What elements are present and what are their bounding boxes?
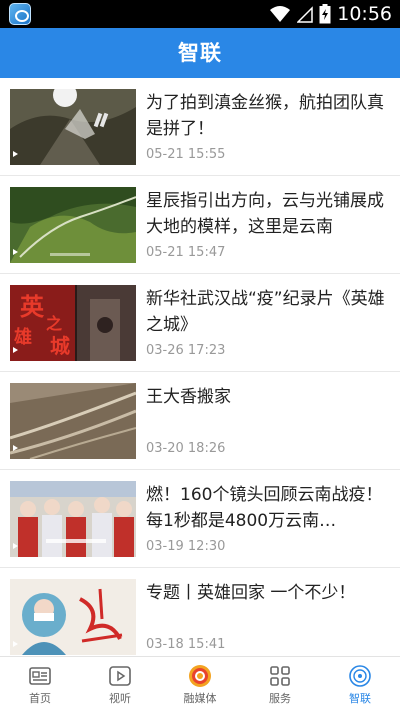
heroes-return-home-poster (10, 579, 136, 655)
grid-icon (270, 666, 290, 686)
news-title[interactable]: 专题丨英雄回家 一个不少！ (146, 580, 386, 606)
news-item[interactable]: 英 雄 之 城 新华社武汉战“疫”纪录片《英雄之城》 03-26 17:23 (0, 274, 400, 372)
news-item[interactable]: 星辰指引出方向，云与光铺展成大地的模样，这里是云南 05-21 15:47 (0, 176, 400, 274)
tab-services[interactable]: 服务 (240, 657, 320, 710)
tab-zhilian[interactable]: 智联 (320, 657, 400, 710)
news-item[interactable]: 为了拍到滇金丝猴，航拍团队真是拼了！ 05-21 15:55 (0, 78, 400, 176)
news-title[interactable]: 为了拍到滇金丝猴，航拍团队真是拼了！ (146, 90, 386, 142)
news-time: 03-26 17:23 (146, 343, 226, 358)
thumb-text: 雄 (13, 326, 32, 348)
snow-mountain-drone-photo (10, 89, 136, 165)
tab-media[interactable]: 融媒体 (160, 657, 240, 710)
tab-label: 视听 (109, 692, 131, 705)
wifi-icon (270, 6, 291, 22)
thumb-text: 英 (20, 292, 45, 321)
page-title: 智联 (178, 41, 222, 65)
news-item[interactable]: 王大香搬家 03-20 18:26 (0, 372, 400, 470)
play-icon (109, 666, 131, 686)
bottom-tab-bar: 首页 视听 融媒体 服务 智联 (0, 656, 400, 710)
tab-label: 服务 (269, 692, 291, 705)
tab-label: 首页 (29, 692, 51, 705)
tab-label: 智联 (349, 692, 371, 705)
news-thumbnail[interactable] (10, 383, 136, 459)
news-thumbnail[interactable] (10, 89, 136, 165)
status-bar: 10:56 (0, 0, 400, 28)
app-header: 智联 (0, 28, 400, 78)
news-time: 05-21 15:47 (146, 245, 226, 260)
green-river-valley-photo (10, 187, 136, 263)
home-icon (29, 667, 51, 685)
tab-home[interactable]: 首页 (0, 657, 80, 710)
news-title[interactable]: 新华社武汉战“疫”纪录片《英雄之城》 (146, 286, 386, 338)
news-title[interactable]: 燃！160个镜头回顾云南战疫！每1秒都是4800万云南… (146, 482, 386, 534)
news-time: 03-20 18:26 (146, 441, 226, 456)
battery-icon (319, 4, 331, 24)
mountain-road-photo (10, 383, 136, 459)
news-title[interactable]: 王大香搬家 (146, 384, 386, 410)
heroic-city-calligraphy-poster: 英 雄 之 城 (10, 285, 136, 361)
news-title[interactable]: 星辰指引出方向，云与光铺展成大地的模样，这里是云南 (146, 188, 386, 240)
zhilian-icon (349, 665, 371, 687)
news-time: 03-19 12:30 (146, 539, 226, 554)
thumb-text: 之 (46, 314, 62, 333)
tab-video[interactable]: 视听 (80, 657, 160, 710)
news-thumbnail[interactable]: 英 雄 之 城 (10, 285, 136, 361)
medical-team-photo (10, 481, 136, 557)
media-logo-icon (189, 665, 211, 687)
signal-icon (297, 6, 313, 23)
news-feed[interactable]: 为了拍到滇金丝猴，航拍团队真是拼了！ 05-21 15:55 星辰指引出方向，云… (0, 78, 400, 656)
app-notification-icon (9, 3, 31, 25)
status-time: 10:56 (337, 3, 392, 25)
news-item[interactable]: 燃！160个镜头回顾云南战疫！每1秒都是4800万云南… 03-19 12:30 (0, 470, 400, 568)
news-thumbnail[interactable] (10, 187, 136, 263)
thumb-text: 城 (50, 334, 70, 358)
tab-label: 融媒体 (183, 692, 217, 705)
news-item[interactable]: 专题丨英雄回家 一个不少！ 03-18 15:41 (0, 568, 400, 656)
news-thumbnail[interactable] (10, 481, 136, 557)
news-time: 05-21 15:55 (146, 147, 226, 162)
news-time: 03-18 15:41 (146, 637, 226, 652)
news-thumbnail[interactable] (10, 579, 136, 655)
